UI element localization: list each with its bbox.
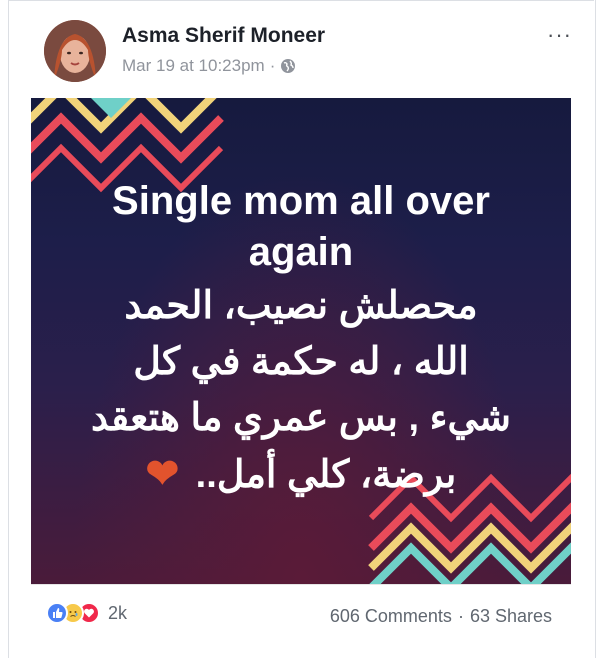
shares-count[interactable]: 63 Shares	[470, 606, 552, 627]
like-icon[interactable]	[46, 602, 68, 624]
arabic-line-2: الله ، له حكمة في كل	[133, 341, 469, 383]
post-image[interactable]: Single mom all over again محصلش نصيب، ال…	[31, 98, 571, 584]
heart-emoji: ❤	[145, 452, 180, 496]
arabic-line-3: شيء , بس عمري ما هتعقد	[90, 397, 512, 439]
footer-divider	[31, 584, 571, 585]
counts-separator: ·	[457, 606, 464, 626]
english-line-2: again	[248, 230, 354, 274]
author-name[interactable]: Asma Sherif Moneer	[122, 24, 325, 48]
arabic-line-1: محصلش نصيب، الحمد	[124, 285, 478, 327]
post-header: Asma Sherif Moneer Mar 19 at 10:23pm · ·…	[44, 16, 572, 86]
reactions-summary[interactable]: 2k	[46, 602, 127, 624]
post-meta: Mar 19 at 10:23pm ·	[122, 56, 296, 76]
arabic-line-4-wrap: برضة، كلي أمل.. ❤	[31, 446, 571, 503]
post-timestamp[interactable]: Mar 19 at 10:23pm	[122, 56, 265, 76]
globe-icon[interactable]	[280, 58, 296, 74]
arabic-line-4: برضة، كلي أمل..	[195, 454, 457, 496]
image-text: Single mom all over again محصلش نصيب، ال…	[31, 176, 571, 503]
more-options-button[interactable]: ···	[547, 22, 572, 48]
avatar[interactable]	[44, 20, 106, 82]
english-line-1: Single mom all over	[112, 179, 490, 223]
reaction-count[interactable]: 2k	[108, 603, 127, 624]
avatar-image	[44, 20, 106, 82]
meta-separator: ·	[269, 56, 276, 75]
card-top-border	[8, 0, 594, 1]
comments-count[interactable]: 606 Comments	[330, 606, 452, 627]
engagement-counts: 606 Comments · 63 Shares	[330, 606, 552, 627]
